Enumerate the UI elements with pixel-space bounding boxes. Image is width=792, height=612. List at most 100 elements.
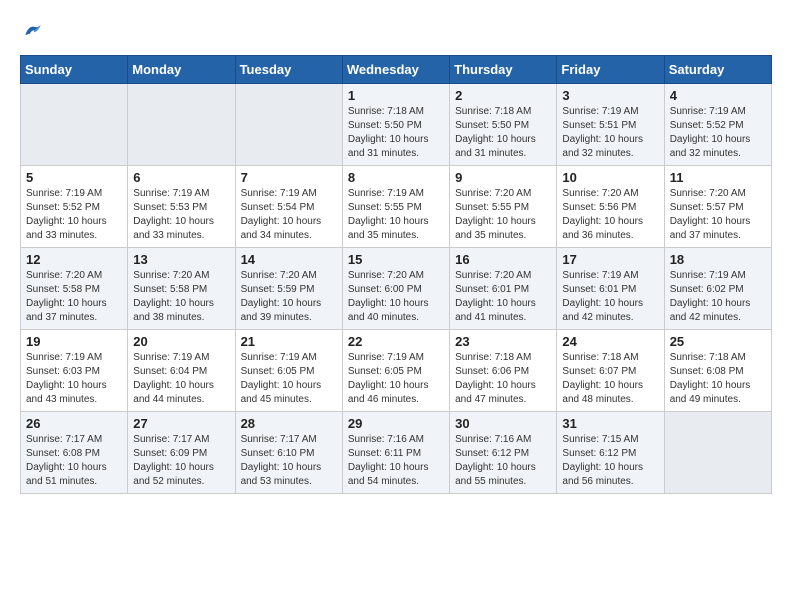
day-number: 16 xyxy=(455,252,551,267)
calendar-day-cell: 23 Sunrise: 7:18 AM Sunset: 6:06 PM Dayli… xyxy=(450,329,557,411)
calendar-day-cell: 10 Sunrise: 7:20 AM Sunset: 5:56 PM Dayli… xyxy=(557,165,664,247)
day-of-week-header: Friday xyxy=(557,55,664,83)
day-info: Sunrise: 7:17 AM Sunset: 6:09 PM Dayligh… xyxy=(133,433,229,489)
day-info: Sunrise: 7:15 AM Sunset: 6:12 PM Dayligh… xyxy=(562,433,658,489)
calendar-day-cell: 7 Sunrise: 7:19 AM Sunset: 5:54 PM Daylig… xyxy=(235,165,342,247)
day-number: 11 xyxy=(670,170,766,185)
day-info: Sunrise: 7:16 AM Sunset: 6:12 PM Dayligh… xyxy=(455,433,551,489)
calendar-day-cell xyxy=(235,83,342,165)
day-info: Sunrise: 7:20 AM Sunset: 5:58 PM Dayligh… xyxy=(133,269,229,325)
day-number: 1 xyxy=(348,88,444,103)
day-number: 3 xyxy=(562,88,658,103)
day-number: 20 xyxy=(133,334,229,349)
calendar-day-cell: 27 Sunrise: 7:17 AM Sunset: 6:09 PM Dayli… xyxy=(128,411,235,493)
calendar-week-row: 12 Sunrise: 7:20 AM Sunset: 5:58 PM Dayli… xyxy=(21,247,772,329)
day-info: Sunrise: 7:19 AM Sunset: 6:05 PM Dayligh… xyxy=(241,351,337,407)
calendar-day-cell xyxy=(128,83,235,165)
calendar-day-cell: 13 Sunrise: 7:20 AM Sunset: 5:58 PM Dayli… xyxy=(128,247,235,329)
day-number: 8 xyxy=(348,170,444,185)
day-info: Sunrise: 7:20 AM Sunset: 6:01 PM Dayligh… xyxy=(455,269,551,325)
day-info: Sunrise: 7:20 AM Sunset: 5:57 PM Dayligh… xyxy=(670,187,766,243)
calendar-table: SundayMondayTuesdayWednesdayThursdayFrid… xyxy=(20,55,772,494)
calendar-day-cell: 11 Sunrise: 7:20 AM Sunset: 5:57 PM Dayli… xyxy=(664,165,771,247)
day-number: 4 xyxy=(670,88,766,103)
day-info: Sunrise: 7:19 AM Sunset: 6:04 PM Dayligh… xyxy=(133,351,229,407)
day-number: 26 xyxy=(26,416,122,431)
day-info: Sunrise: 7:17 AM Sunset: 6:08 PM Dayligh… xyxy=(26,433,122,489)
logo-bird-icon xyxy=(22,20,42,40)
day-number: 15 xyxy=(348,252,444,267)
calendar-day-cell: 12Sunrise: 7:20 AM Sunset: 5:58 PM Dayli… xyxy=(21,247,128,329)
day-number: 23 xyxy=(455,334,551,349)
day-number: 5 xyxy=(26,170,122,185)
day-info: Sunrise: 7:17 AM Sunset: 6:10 PM Dayligh… xyxy=(241,433,337,489)
day-info: Sunrise: 7:18 AM Sunset: 6:08 PM Dayligh… xyxy=(670,351,766,407)
day-number: 24 xyxy=(562,334,658,349)
calendar-day-cell: 19Sunrise: 7:19 AM Sunset: 6:03 PM Dayli… xyxy=(21,329,128,411)
logo-text xyxy=(20,20,42,45)
day-info: Sunrise: 7:19 AM Sunset: 6:02 PM Dayligh… xyxy=(670,269,766,325)
day-number: 25 xyxy=(670,334,766,349)
calendar-day-cell: 31 Sunrise: 7:15 AM Sunset: 6:12 PM Dayli… xyxy=(557,411,664,493)
calendar-day-cell: 20 Sunrise: 7:19 AM Sunset: 6:04 PM Dayli… xyxy=(128,329,235,411)
day-of-week-header: Saturday xyxy=(664,55,771,83)
calendar-day-cell: 25 Sunrise: 7:18 AM Sunset: 6:08 PM Dayli… xyxy=(664,329,771,411)
day-info: Sunrise: 7:19 AM Sunset: 5:52 PM Dayligh… xyxy=(670,105,766,161)
day-number: 9 xyxy=(455,170,551,185)
day-info: Sunrise: 7:16 AM Sunset: 6:11 PM Dayligh… xyxy=(348,433,444,489)
day-number: 10 xyxy=(562,170,658,185)
calendar-day-cell: 3 Sunrise: 7:19 AM Sunset: 5:51 PM Daylig… xyxy=(557,83,664,165)
day-info: Sunrise: 7:19 AM Sunset: 6:03 PM Dayligh… xyxy=(26,351,122,407)
calendar-day-cell: 24 Sunrise: 7:18 AM Sunset: 6:07 PM Dayli… xyxy=(557,329,664,411)
day-of-week-header: Thursday xyxy=(450,55,557,83)
calendar-week-row: 19Sunrise: 7:19 AM Sunset: 6:03 PM Dayli… xyxy=(21,329,772,411)
calendar-day-cell: 4 Sunrise: 7:19 AM Sunset: 5:52 PM Daylig… xyxy=(664,83,771,165)
day-number: 31 xyxy=(562,416,658,431)
day-info: Sunrise: 7:18 AM Sunset: 5:50 PM Dayligh… xyxy=(455,105,551,161)
calendar-day-cell: 9 Sunrise: 7:20 AM Sunset: 5:55 PM Daylig… xyxy=(450,165,557,247)
calendar-day-cell: 17Sunrise: 7:19 AM Sunset: 6:01 PM Dayli… xyxy=(557,247,664,329)
calendar-day-cell: 5 Sunrise: 7:19 AM Sunset: 5:52 PM Daylig… xyxy=(21,165,128,247)
calendar-day-cell xyxy=(21,83,128,165)
day-info: Sunrise: 7:20 AM Sunset: 5:56 PM Dayligh… xyxy=(562,187,658,243)
calendar-day-cell: 16 Sunrise: 7:20 AM Sunset: 6:01 PM Dayli… xyxy=(450,247,557,329)
calendar-day-cell: 30 Sunrise: 7:16 AM Sunset: 6:12 PM Dayli… xyxy=(450,411,557,493)
logo xyxy=(20,20,42,45)
calendar-day-cell: 28Sunrise: 7:17 AM Sunset: 6:10 PM Dayli… xyxy=(235,411,342,493)
day-number: 27 xyxy=(133,416,229,431)
calendar-day-cell: 21Sunrise: 7:19 AM Sunset: 6:05 PM Dayli… xyxy=(235,329,342,411)
calendar-day-cell: 6Sunrise: 7:19 AM Sunset: 5:53 PM Daylig… xyxy=(128,165,235,247)
day-info: Sunrise: 7:20 AM Sunset: 5:59 PM Dayligh… xyxy=(241,269,337,325)
calendar-day-cell xyxy=(664,411,771,493)
calendar-day-cell: 29Sunrise: 7:16 AM Sunset: 6:11 PM Dayli… xyxy=(342,411,449,493)
day-of-week-header: Monday xyxy=(128,55,235,83)
day-info: Sunrise: 7:19 AM Sunset: 5:55 PM Dayligh… xyxy=(348,187,444,243)
calendar-day-cell: 8 Sunrise: 7:19 AM Sunset: 5:55 PM Daylig… xyxy=(342,165,449,247)
day-of-week-header: Wednesday xyxy=(342,55,449,83)
day-number: 14 xyxy=(241,252,337,267)
page-header xyxy=(20,20,772,45)
calendar-day-cell: 15 Sunrise: 7:20 AM Sunset: 6:00 PM Dayli… xyxy=(342,247,449,329)
day-number: 22 xyxy=(348,334,444,349)
calendar-header-row: SundayMondayTuesdayWednesdayThursdayFrid… xyxy=(21,55,772,83)
day-number: 2 xyxy=(455,88,551,103)
day-info: Sunrise: 7:20 AM Sunset: 6:00 PM Dayligh… xyxy=(348,269,444,325)
calendar-week-row: 1 Sunrise: 7:18 AM Sunset: 5:50 PM Daylig… xyxy=(21,83,772,165)
day-info: Sunrise: 7:19 AM Sunset: 5:51 PM Dayligh… xyxy=(562,105,658,161)
day-info: Sunrise: 7:19 AM Sunset: 5:54 PM Dayligh… xyxy=(241,187,337,243)
calendar-week-row: 5 Sunrise: 7:19 AM Sunset: 5:52 PM Daylig… xyxy=(21,165,772,247)
day-number: 7 xyxy=(241,170,337,185)
day-number: 30 xyxy=(455,416,551,431)
calendar-week-row: 26 Sunrise: 7:17 AM Sunset: 6:08 PM Dayli… xyxy=(21,411,772,493)
day-number: 13 xyxy=(133,252,229,267)
day-of-week-header: Tuesday xyxy=(235,55,342,83)
calendar-day-cell: 1Sunrise: 7:18 AM Sunset: 5:50 PM Daylig… xyxy=(342,83,449,165)
day-info: Sunrise: 7:19 AM Sunset: 5:52 PM Dayligh… xyxy=(26,187,122,243)
day-info: Sunrise: 7:18 AM Sunset: 6:06 PM Dayligh… xyxy=(455,351,551,407)
calendar-day-cell: 18Sunrise: 7:19 AM Sunset: 6:02 PM Dayli… xyxy=(664,247,771,329)
calendar-day-cell: 2 Sunrise: 7:18 AM Sunset: 5:50 PM Daylig… xyxy=(450,83,557,165)
day-info: Sunrise: 7:18 AM Sunset: 6:07 PM Dayligh… xyxy=(562,351,658,407)
day-info: Sunrise: 7:20 AM Sunset: 5:55 PM Dayligh… xyxy=(455,187,551,243)
day-number: 12 xyxy=(26,252,122,267)
day-number: 6 xyxy=(133,170,229,185)
